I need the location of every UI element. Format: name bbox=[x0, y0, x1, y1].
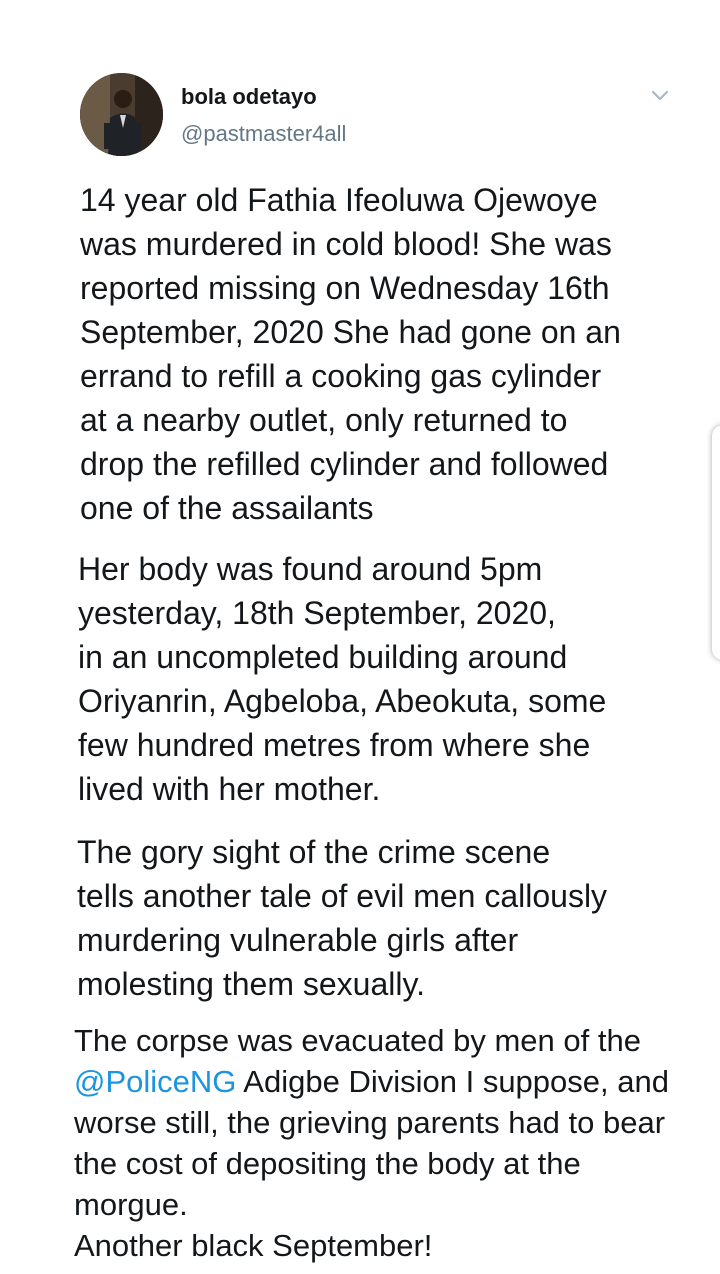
text-line: September, 2020 She had gone on an bbox=[80, 314, 621, 350]
text-line: worse still, the grieving parents had to… bbox=[74, 1105, 666, 1140]
text-fragment: Adigbe Division I suppose, and bbox=[236, 1064, 669, 1099]
text-line: drop the refilled cylinder and followed bbox=[80, 446, 609, 482]
mention-link[interactable]: @PoliceNG bbox=[74, 1064, 236, 1099]
tweet-paragraph-4: The corpse was evacuated by men of the @… bbox=[74, 1020, 669, 1266]
tweet-header: bola odetayo @pastmaster4all bbox=[0, 0, 720, 160]
text-line: 14 year old Fathia Ifeoluwa Ojewoye bbox=[80, 182, 598, 218]
text-line: yesterday, 18th September, 2020, bbox=[78, 595, 556, 631]
text-line: was murdered in cold blood! She was bbox=[80, 226, 612, 262]
text-line: reported missing on Wednesday 16th bbox=[80, 270, 610, 306]
text-line: the cost of depositing the body at the bbox=[74, 1146, 581, 1181]
text-line: Her body was found around 5pm bbox=[78, 551, 543, 587]
text-line: The gory sight of the crime scene bbox=[77, 834, 551, 870]
tweet-paragraph-3: The gory sight of the crime scene tells … bbox=[77, 830, 607, 1006]
text-line: The corpse was evacuated by men of the bbox=[74, 1023, 641, 1058]
chevron-down-icon[interactable] bbox=[645, 84, 675, 108]
text-line: morgue. bbox=[74, 1187, 188, 1222]
text-line: errand to refill a cooking gas cylinder bbox=[80, 358, 602, 394]
tweet-paragraph-1: 14 year old Fathia Ifeoluwa Ojewoye was … bbox=[80, 178, 621, 530]
text-line: few hundred metres from where she bbox=[78, 727, 591, 763]
author-handle[interactable]: @pastmaster4all bbox=[181, 121, 346, 147]
text-line: Another black September! bbox=[74, 1228, 433, 1263]
text-line: molesting them sexually. bbox=[77, 966, 425, 1002]
text-line: Oriyanrin, Agbeloba, Abeokuta, some bbox=[78, 683, 607, 719]
text-line-with-mention: @PoliceNG Adigbe Division I suppose, and bbox=[74, 1061, 669, 1102]
text-line: one of the assailants bbox=[80, 490, 374, 526]
author-display-name[interactable]: bola odetayo bbox=[181, 84, 317, 110]
text-line: tells another tale of evil men callously bbox=[77, 878, 608, 914]
text-line: lived with her mother. bbox=[78, 771, 381, 807]
text-line: at a nearby outlet, only returned to bbox=[80, 402, 568, 438]
text-line: in an uncompleted building around bbox=[78, 639, 568, 675]
tweet-paragraph-2: Her body was found around 5pm yesterday,… bbox=[78, 547, 606, 811]
text-line: murdering vulnerable girls after bbox=[77, 922, 519, 958]
scroll-handle[interactable] bbox=[712, 425, 720, 660]
avatar[interactable] bbox=[80, 73, 163, 156]
